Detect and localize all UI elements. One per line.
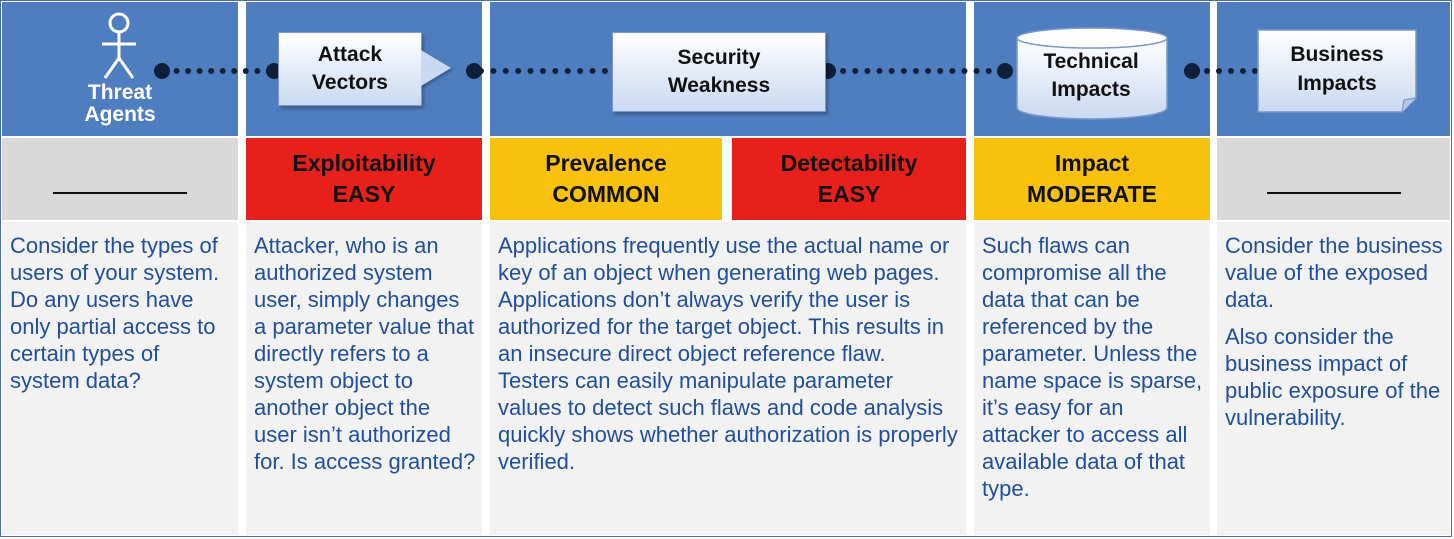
- security-weakness-box: Security Weakness: [612, 32, 826, 112]
- security-weakness-label-line1: Security: [677, 46, 761, 69]
- blank-rating-line: [53, 192, 187, 194]
- business-impacts-text-1: Consider the business value of the expos…: [1225, 233, 1443, 312]
- threat-agents-text: Consider the types of users of your syst…: [10, 233, 220, 393]
- detectability-label: Detectability: [780, 150, 918, 176]
- attack-vectors-label-line2: Vectors: [312, 71, 388, 94]
- prevalence-label: Prevalence: [545, 150, 667, 176]
- detectability-value: EASY: [817, 181, 881, 207]
- exploitability-rating: Exploitability EASY: [246, 138, 482, 220]
- threat-agents-label-line1: Threat: [87, 81, 153, 104]
- business-impacts-description: Consider the business value of the expos…: [1217, 222, 1450, 535]
- arrow-right-icon: [421, 50, 451, 86]
- threat-agents-label: Threat Agents: [60, 82, 180, 126]
- technical-impacts-label-line2: Impacts: [1051, 78, 1131, 101]
- connector-dot: [154, 63, 170, 79]
- technical-impacts-label: Technical Impacts: [1018, 48, 1164, 104]
- impact-label: Impact: [1054, 150, 1130, 176]
- business-impacts-label-line2: Impacts: [1297, 72, 1377, 95]
- connector-weakness-impacts: [828, 68, 1004, 74]
- technical-impacts-label-line1: Technical: [1043, 50, 1139, 73]
- attack-vectors-label-line1: Attack: [317, 43, 383, 66]
- connector-dot: [466, 63, 482, 79]
- business-impacts-label-line1: Business: [1290, 43, 1384, 66]
- business-impacts-text-2: Also consider the business impact of pub…: [1225, 324, 1441, 430]
- exploitability-label: Exploitability: [292, 150, 436, 176]
- impact-rating: Impact MODERATE: [974, 138, 1210, 220]
- threat-agents-label-line2: Agents: [84, 103, 156, 126]
- connector-agents-vectors: [162, 68, 272, 74]
- technical-impacts-text: Such flaws can compromise all the data t…: [982, 233, 1203, 501]
- connector-impacts-business: [1192, 68, 1258, 74]
- security-weakness-description: Applications frequently use the actual n…: [490, 222, 966, 535]
- exploitability-value: EASY: [332, 181, 396, 207]
- connector-dot: [1184, 63, 1200, 79]
- detectability-rating: Detectability EASY: [732, 138, 966, 220]
- technical-impacts-description: Such flaws can compromise all the data t…: [974, 222, 1210, 535]
- stick-figure-icon: [102, 12, 136, 79]
- security-weakness-label-line2: Weakness: [667, 74, 771, 97]
- prevalence-value: COMMON: [552, 181, 660, 207]
- business-impacts-label: Business Impacts: [1256, 40, 1418, 98]
- attack-vectors-text: Attacker, who is an authorized system us…: [254, 233, 476, 474]
- blank-rating-line: [1266, 192, 1401, 194]
- prevalence-rating: Prevalence COMMON: [490, 138, 722, 220]
- threat-agents-description: Consider the types of users of your syst…: [2, 222, 238, 535]
- attack-vectors-description: Attacker, who is an authorized system us…: [246, 222, 482, 535]
- security-weakness-text: Applications frequently use the actual n…: [498, 233, 958, 474]
- connector-dot: [997, 63, 1013, 79]
- connector-vectors-weakness: [478, 68, 608, 74]
- threat-agents-rating: [2, 138, 238, 220]
- attack-vectors-box: Attack Vectors: [278, 32, 422, 106]
- impact-value: MODERATE: [1027, 181, 1157, 207]
- business-impacts-rating: [1217, 138, 1450, 220]
